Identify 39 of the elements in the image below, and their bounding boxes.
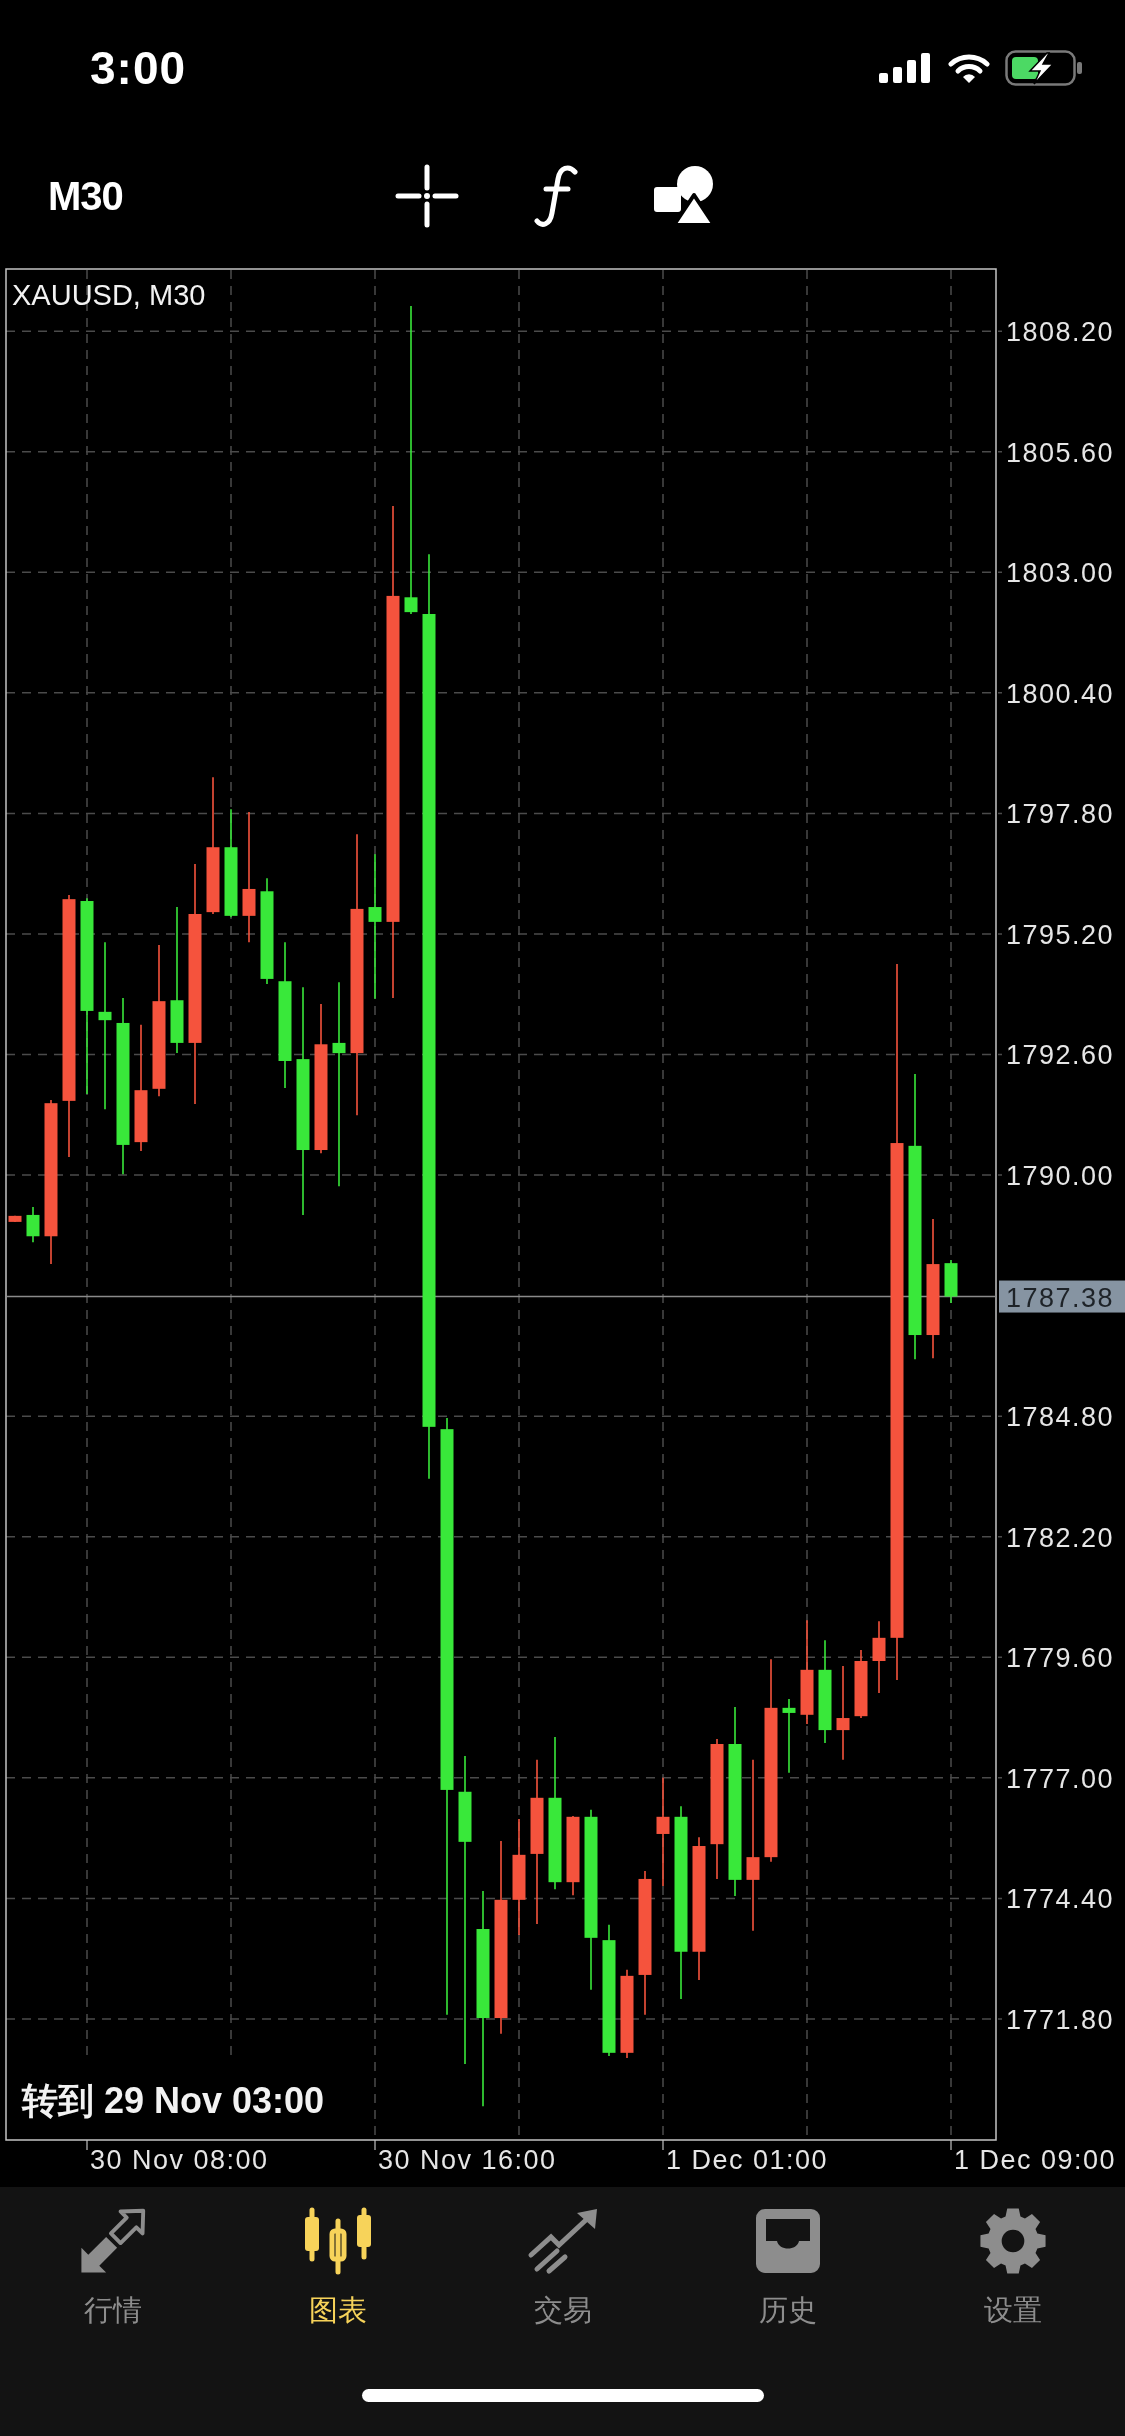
price-axis-label: 1805.60 (1006, 437, 1115, 468)
price-axis-label: 1803.00 (1006, 558, 1115, 589)
price-axis-label: 1800.40 (1006, 678, 1115, 709)
nav-tab[interactable]: 图表 (293, 2187, 382, 2335)
candlestick (26, 1206, 40, 1244)
time-axis-label: 1 Dec 01:00 (666, 2145, 829, 2175)
signal-icon (879, 53, 933, 83)
price-axis-label: 1792.60 (1006, 1040, 1115, 1071)
crosshair-icon[interactable] (394, 164, 459, 228)
timeframe-button[interactable]: M30 (44, 169, 127, 223)
status-time: 3:00 (90, 45, 187, 91)
trend-arrow-icon (526, 2207, 599, 2275)
price-axis-label: 1797.80 (1006, 799, 1115, 830)
current-price-label: 1787.38 (999, 1280, 1125, 1313)
goto-date-label[interactable]: 转到 29 Nov 03:00 (22, 2080, 325, 2121)
time-axis-label: 1 Dec 09:00 (954, 2145, 1117, 2175)
candlestick (854, 1649, 868, 1719)
ref-line-label: 1787.38 (1006, 1282, 1115, 1313)
price-axis-label: 1808.20 (1006, 317, 1115, 348)
nav-tab[interactable]: 交易 (518, 2187, 607, 2335)
price-axis-label: 1774.40 (1006, 1884, 1115, 1915)
wifi-icon (948, 53, 990, 83)
price-axis-label: 1777.00 (1006, 1763, 1115, 1794)
price-axis-label: 1790.00 (1006, 1161, 1115, 1192)
price-axis-label: 1795.20 (1006, 919, 1115, 950)
function-icon[interactable] (532, 164, 579, 228)
battery-icon (1005, 50, 1083, 86)
chart-title: XAUUSD, M30 (12, 279, 206, 311)
candlestick (8, 1215, 22, 1223)
price-axis-label: 1784.80 (1006, 1402, 1115, 1433)
price-axis-label: 1782.20 (1006, 1522, 1115, 1553)
nav-tab[interactable]: 设置 (968, 2187, 1057, 2335)
price-axis-label: 1779.60 (1006, 1643, 1115, 1674)
time-axis-label: 30 Nov 08:00 (90, 2145, 269, 2175)
nav-tab[interactable]: 行情 (68, 2187, 157, 2335)
candlestick (944, 1259, 958, 1304)
nav-tab[interactable]: 历史 (743, 2187, 832, 2335)
time-axis-label: 30 Nov 16:00 (378, 2145, 557, 2175)
price-axis-label: 1771.80 (1006, 2005, 1115, 2035)
